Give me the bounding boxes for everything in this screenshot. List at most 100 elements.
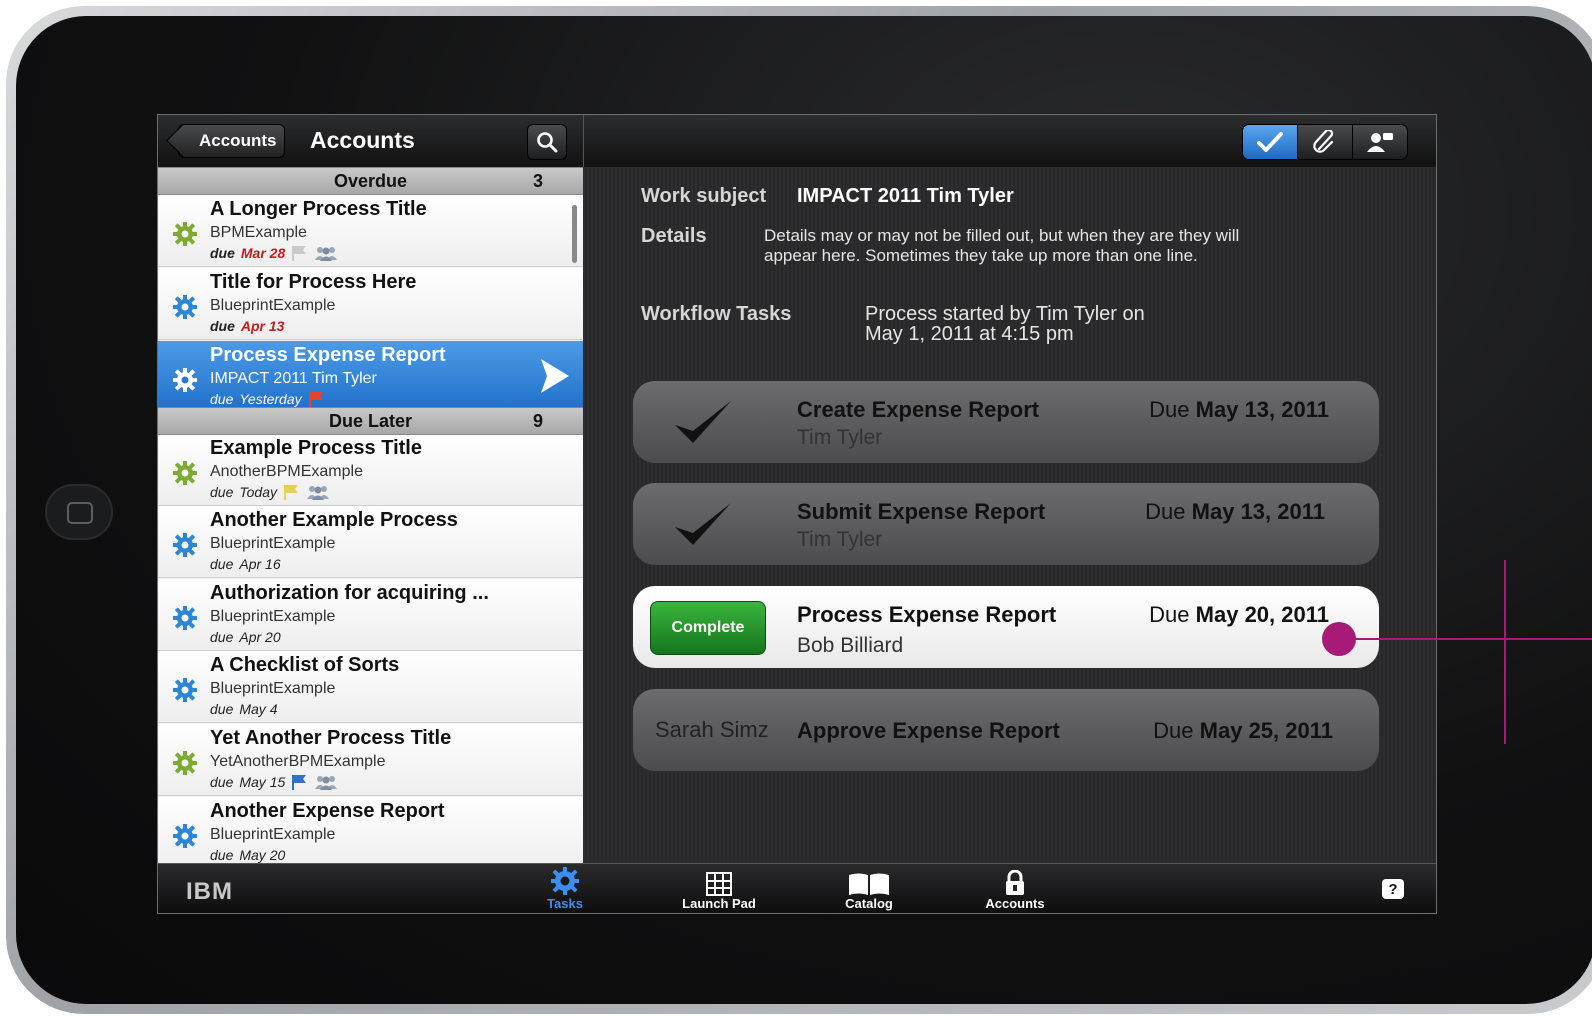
tasks-segment[interactable] bbox=[1243, 125, 1297, 159]
task-app: BlueprintExample bbox=[210, 535, 336, 552]
task-due: due Today bbox=[210, 484, 331, 500]
task-app: BlueprintExample bbox=[210, 680, 336, 697]
person-add-icon bbox=[1367, 133, 1393, 152]
task-list-item[interactable]: Authorization for acquiring ... Blueprint… bbox=[158, 579, 583, 651]
task-list-item[interactable]: A Longer Process Title BPMExample due Mar 2… bbox=[158, 195, 583, 267]
workflow-text-line2: May 1, 2011 at 4:15 pm bbox=[865, 323, 1074, 345]
app-screen: Accounts Accounts Overdue 3 A Longer Pro… bbox=[157, 114, 1437, 914]
workflow-task-name: Create Expense Report bbox=[797, 397, 1040, 422]
due-date: Apr 13 bbox=[240, 318, 285, 334]
workflow-task-card[interactable]: Sarah Simz Approve Expense Report Due Ma… bbox=[633, 689, 1379, 771]
tab-label: Accounts bbox=[985, 896, 1045, 911]
due-date: Today bbox=[239, 484, 277, 500]
tab-label: Catalog bbox=[845, 896, 893, 911]
task-due: due Apr 20 bbox=[210, 629, 281, 645]
people-segment[interactable] bbox=[1352, 125, 1407, 159]
search-icon bbox=[537, 132, 558, 153]
task-title: Example Process Title bbox=[210, 437, 422, 459]
task-list-item[interactable]: A Checklist of Sorts BlueprintExample due M… bbox=[158, 651, 583, 723]
gear-icon bbox=[173, 295, 197, 319]
task-title: A Longer Process Title bbox=[210, 198, 427, 220]
work-subject-value: IMPACT 2011 Tim Tyler bbox=[797, 185, 1014, 207]
section-count: 9 bbox=[532, 411, 543, 431]
task-title: Title for Process Here bbox=[210, 271, 417, 293]
due-date: Apr 16 bbox=[239, 556, 281, 572]
task-list-item[interactable]: Title for Process Here BlueprintExample du… bbox=[158, 268, 583, 340]
section-count: 3 bbox=[532, 171, 543, 191]
tab-tasks[interactable]: Tasks bbox=[510, 866, 620, 911]
annotation-line bbox=[1340, 638, 1592, 640]
due-date: Mar 28 bbox=[240, 245, 286, 261]
due-label: due bbox=[210, 701, 234, 717]
annotation-marker bbox=[1322, 622, 1356, 656]
checkmark-icon bbox=[675, 503, 731, 545]
tab-catalog[interactable]: Catalog bbox=[814, 866, 924, 911]
detail-segmented-control bbox=[1242, 124, 1408, 160]
workflow-task-card-active[interactable]: Complete Process Expense Report Bob Bill… bbox=[633, 586, 1379, 668]
task-list-pane: Accounts Accounts Overdue 3 A Longer Pro… bbox=[158, 115, 583, 869]
task-due: due Mar 28 bbox=[210, 245, 339, 261]
task-title: Another Example Process bbox=[210, 509, 458, 531]
complete-button[interactable]: Complete bbox=[650, 601, 766, 655]
section-label: Due Later bbox=[328, 411, 413, 431]
details-text-line1: Details may or may not be filled out, bu… bbox=[764, 226, 1240, 245]
gear-icon bbox=[551, 867, 579, 895]
task-title: Yet Another Process Title bbox=[210, 727, 452, 749]
due-label: due bbox=[210, 629, 234, 645]
workflow-task-name: Approve Expense Report bbox=[797, 718, 1060, 743]
task-app: BlueprintExample bbox=[210, 826, 336, 843]
back-button[interactable]: Accounts bbox=[178, 124, 286, 158]
task-due: due May 4 bbox=[210, 701, 277, 717]
gear-icon bbox=[173, 222, 197, 246]
workflow-task-card[interactable]: Create Expense Report Tim Tyler Due May … bbox=[633, 381, 1379, 463]
gear-icon bbox=[173, 368, 197, 392]
section-overdue: Overdue 3 bbox=[158, 167, 583, 195]
due-date: May 20 bbox=[239, 847, 286, 863]
scrollbar[interactable] bbox=[572, 205, 577, 263]
annotation-line bbox=[1504, 560, 1506, 744]
workflow-task-due: Due May 20, 2011 bbox=[1149, 602, 1329, 627]
attachments-segment[interactable] bbox=[1297, 125, 1352, 159]
due-date: Apr 20 bbox=[239, 629, 281, 645]
workflow-task-person: Sarah Simz bbox=[655, 717, 769, 742]
due-label: due bbox=[210, 774, 234, 790]
task-title: Process Expense Report bbox=[210, 344, 446, 366]
list-title: Accounts bbox=[310, 127, 415, 153]
chevron-right-icon bbox=[541, 359, 569, 393]
flag-icon bbox=[292, 775, 307, 790]
section-due-later: Due Later 9 bbox=[158, 407, 583, 435]
task-due: due Apr 13 bbox=[210, 318, 284, 334]
task-list-item[interactable]: Process Expense Report IMPACT 2011 Tim Ty… bbox=[158, 341, 583, 413]
tab-accounts[interactable]: Accounts bbox=[960, 866, 1070, 911]
task-list-item[interactable]: Example Process Title AnotherBPMExample du… bbox=[158, 434, 583, 506]
task-list-item[interactable]: Yet Another Process Title YetAnotherBPMEx… bbox=[158, 724, 583, 796]
task-app: BlueprintExample bbox=[210, 608, 336, 625]
lock-icon bbox=[1006, 870, 1024, 895]
tab-launch-pad[interactable]: Launch Pad bbox=[664, 866, 774, 911]
people-icon bbox=[315, 776, 338, 790]
task-app: BlueprintExample bbox=[210, 297, 336, 314]
search-button[interactable] bbox=[527, 124, 567, 160]
detail-pane: Work subject IMPACT 2011 Tim Tyler Detai… bbox=[583, 115, 1436, 863]
workflow-tasks-label: Workflow Tasks bbox=[641, 303, 792, 325]
help-button[interactable]: ? bbox=[1382, 879, 1404, 899]
workflow-task-due: Due May 13, 2011 bbox=[1145, 499, 1325, 524]
flag-icon bbox=[308, 392, 323, 407]
work-subject-label: Work subject bbox=[641, 185, 767, 207]
due-label: due bbox=[210, 391, 234, 407]
task-list-item[interactable]: Another Expense Report BlueprintExample du… bbox=[158, 797, 583, 869]
task-list-item[interactable]: Another Example Process BlueprintExample d… bbox=[158, 506, 583, 578]
task-app: BPMExample bbox=[210, 224, 307, 241]
flag-icon bbox=[292, 246, 307, 261]
home-button[interactable] bbox=[45, 484, 113, 540]
due-label: due bbox=[210, 484, 234, 500]
gear-icon bbox=[173, 461, 197, 485]
gear-icon bbox=[173, 606, 197, 630]
workflow-task-card[interactable]: Submit Expense Report Tim Tyler Due May … bbox=[633, 483, 1379, 565]
due-date: May 4 bbox=[239, 701, 278, 717]
task-title: A Checklist of Sorts bbox=[210, 654, 400, 676]
back-button-label: Accounts bbox=[199, 131, 277, 150]
gear-icon bbox=[173, 678, 197, 702]
due-date: Yesterday bbox=[239, 391, 302, 407]
gear-icon bbox=[173, 751, 197, 775]
